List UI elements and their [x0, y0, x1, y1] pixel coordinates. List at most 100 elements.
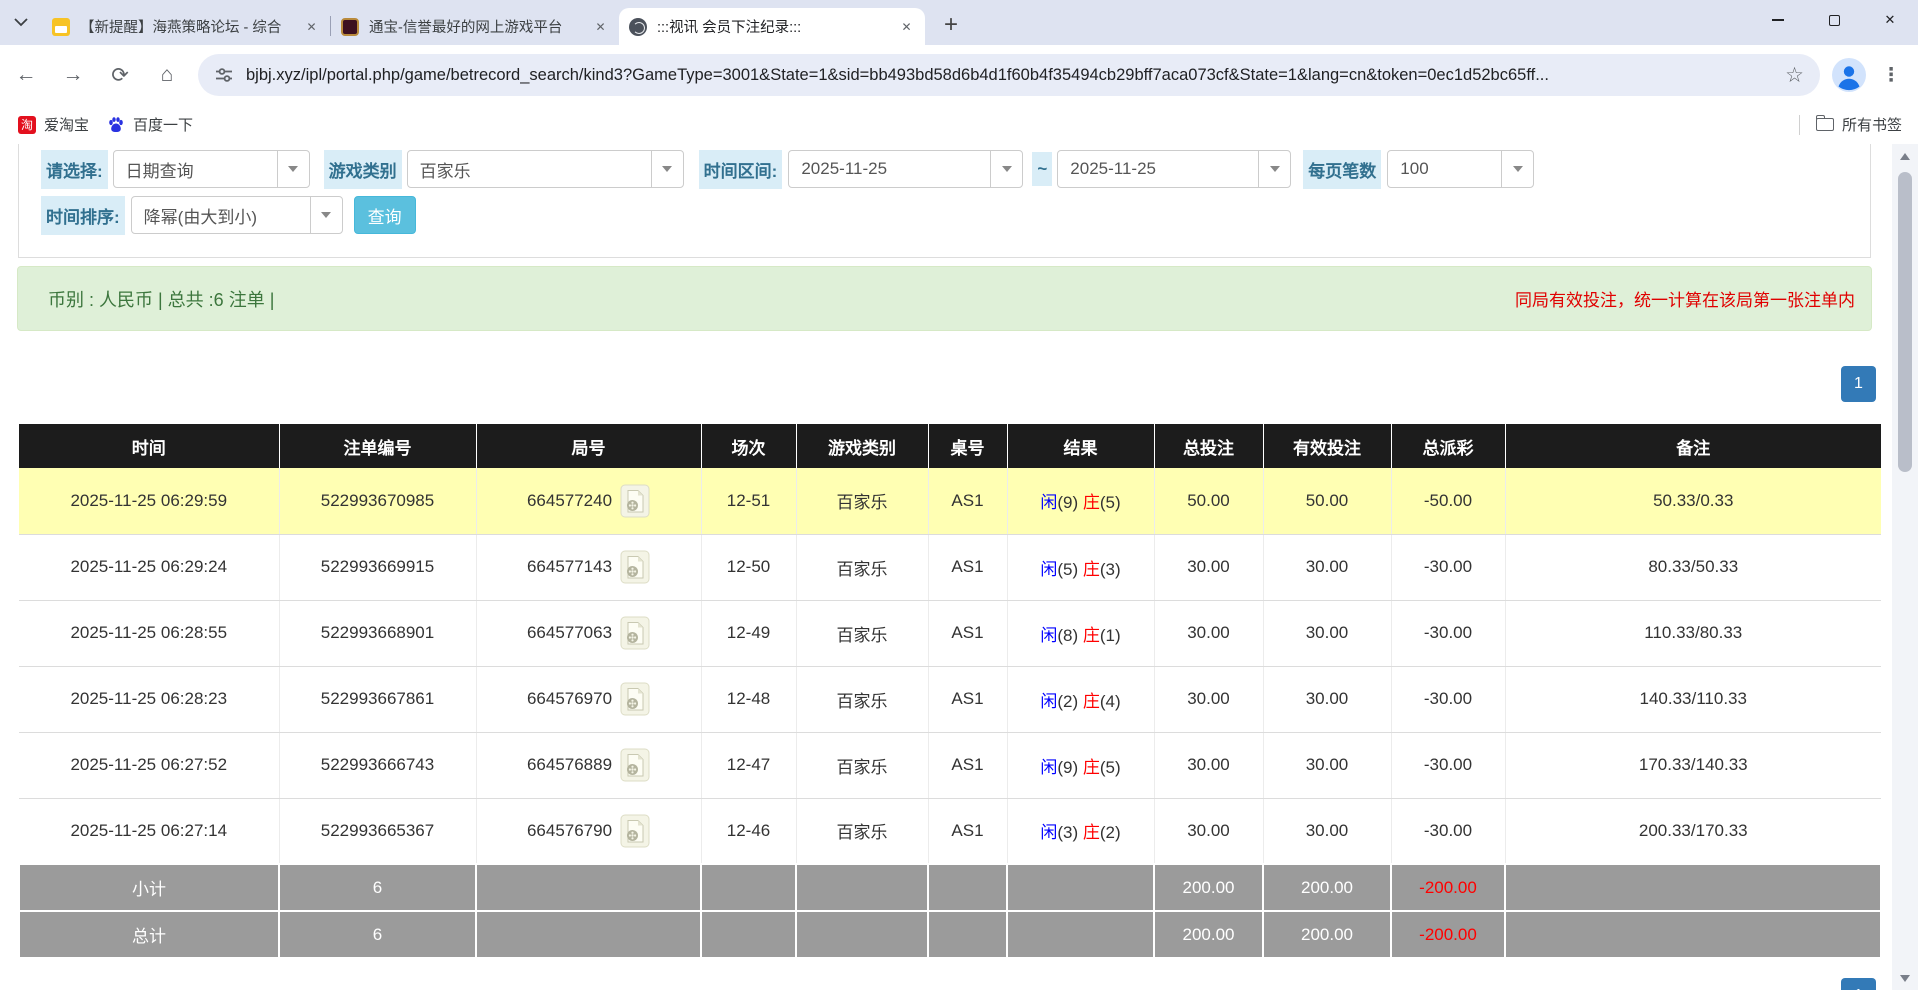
cell-result: 闲(9) 庄(5) — [1007, 732, 1154, 798]
scrollbar-thumb[interactable] — [1898, 172, 1912, 472]
col-result: 结果 — [1007, 424, 1154, 468]
profile-avatar[interactable] — [1832, 58, 1866, 92]
col-remark: 备注 — [1505, 424, 1881, 468]
video-replay-icon[interactable] — [620, 616, 650, 650]
close-icon[interactable]: ✕ — [898, 18, 915, 35]
forward-icon[interactable]: → — [52, 54, 94, 96]
cell-payout: -30.00 — [1391, 534, 1505, 600]
col-valid-bet: 有效投注 — [1263, 424, 1391, 468]
col-session: 场次 — [701, 424, 796, 468]
close-icon[interactable]: ✕ — [303, 18, 320, 35]
cell-remark: 200.33/170.33 — [1505, 798, 1881, 864]
cell-valid-bet: 30.00 — [1263, 534, 1391, 600]
col-time: 时间 — [19, 424, 279, 468]
date-range-tilde: ~ — [1032, 152, 1052, 186]
total-row: 总计6200.00200.00-200.00 — [19, 911, 1881, 958]
bet-row: 2025-11-25 06:28:23522993667861664576970… — [19, 666, 1881, 732]
cell-game-type: 百家乐 — [796, 600, 928, 666]
page-size-value: 100 — [1400, 159, 1428, 179]
browser-tab-strip: 【新提醒】海燕策略论坛 - 综合 ✕ 通宝-信誉最好的网上游戏平台 ✕ :::视… — [0, 0, 1918, 45]
cell-session: 12-50 — [701, 534, 796, 600]
window-controls: ✕ — [1750, 0, 1918, 40]
video-replay-icon[interactable] — [620, 484, 650, 518]
taobao-icon: 淘 — [18, 116, 36, 134]
cell-bet-no: 522993667861 — [279, 666, 476, 732]
url-text[interactable]: bjbj.xyz/ipl/portal.php/game/betrecord_s… — [246, 66, 1775, 85]
all-bookmarks-label: 所有书签 — [1842, 114, 1902, 135]
tab-tongbao[interactable]: 通宝-信誉最好的网上游戏平台 ✕ — [331, 8, 619, 45]
bookmark-label: 百度一下 — [133, 114, 193, 135]
sum-empty — [476, 911, 701, 958]
bookmark-baidu[interactable]: 百度一下 — [107, 114, 193, 135]
chevron-down-icon — [651, 151, 683, 187]
window-close-button[interactable]: ✕ — [1862, 0, 1918, 40]
tab-forum[interactable]: 【新提醒】海燕策略论坛 - 综合 ✕ — [42, 8, 330, 45]
cell-result: 闲(9) 庄(5) — [1007, 468, 1154, 534]
home-icon[interactable]: ⌂ — [146, 54, 188, 96]
bookmark-aitaobao[interactable]: 淘 爱淘宝 — [18, 114, 89, 135]
reload-icon[interactable]: ⟳ — [99, 54, 141, 96]
address-bar[interactable]: bjbj.xyz/ipl/portal.php/game/betrecord_s… — [198, 54, 1820, 96]
cell-valid-bet: 30.00 — [1263, 666, 1391, 732]
date-to-select[interactable]: 2025-11-25 — [1057, 150, 1291, 188]
date-from-select[interactable]: 2025-11-25 — [788, 150, 1023, 188]
cell-round-no: 664577240 — [476, 468, 701, 534]
cell-payout: -50.00 — [1391, 468, 1505, 534]
cell-table-no: AS1 — [928, 798, 1007, 864]
tab-title: :::视讯 会员下注纪录::: — [657, 16, 890, 37]
cell-round-no: 664577143 — [476, 534, 701, 600]
currency-total-text: 币别 : 人民币 | 总共 :6 注单 | — [18, 286, 274, 312]
new-tab-button[interactable]: + — [935, 9, 967, 41]
cell-result: 闲(5) 庄(3) — [1007, 534, 1154, 600]
sort-select[interactable]: 降幂(由大到小) — [131, 196, 343, 234]
search-button[interactable]: 查询 — [354, 196, 416, 234]
query-type-select[interactable]: 日期查询 — [113, 150, 310, 188]
bet-records-page: 请选择: 日期查询 游戏类别 百家乐 时间区间: 2025-11-25 ~ 20… — [0, 144, 1892, 990]
col-payout: 总派彩 — [1391, 424, 1505, 468]
chevron-down-icon — [990, 151, 1022, 187]
cell-time: 2025-11-25 06:27:14 — [19, 798, 279, 864]
scroll-up-icon[interactable] — [1892, 146, 1918, 166]
globe-favicon — [629, 18, 647, 36]
browser-toolbar: ← → ⟳ ⌂ bjbj.xyz/ipl/portal.php/game/bet… — [0, 45, 1918, 105]
cell-payout: -30.00 — [1391, 798, 1505, 864]
col-table-no: 桌号 — [928, 424, 1007, 468]
browser-menu-icon[interactable]: ⋮ — [1876, 64, 1906, 87]
cell-time: 2025-11-25 06:28:23 — [19, 666, 279, 732]
cell-game-type: 百家乐 — [796, 534, 928, 600]
scroll-down-icon[interactable] — [1892, 968, 1918, 988]
video-replay-icon[interactable] — [620, 550, 650, 584]
cell-result: 闲(8) 庄(1) — [1007, 600, 1154, 666]
cell-session: 12-51 — [701, 468, 796, 534]
video-replay-icon[interactable] — [620, 748, 650, 782]
cell-session: 12-49 — [701, 600, 796, 666]
cell-bet-no: 522993668901 — [279, 600, 476, 666]
cell-result: 闲(2) 庄(4) — [1007, 666, 1154, 732]
bookmark-star-icon[interactable]: ☆ — [1785, 63, 1804, 88]
cell-valid-bet: 30.00 — [1263, 600, 1391, 666]
page-size-select[interactable]: 100 — [1387, 150, 1534, 188]
bookmarks-bar: 淘 爱淘宝 百度一下 所有书签 — [0, 105, 1918, 144]
sum-empty — [928, 864, 1007, 911]
game-type-select[interactable]: 百家乐 — [407, 150, 684, 188]
pagination-page-1[interactable]: 1 — [1841, 366, 1876, 402]
bet-table-body: 2025-11-25 06:29:59522993670985664577240… — [19, 468, 1881, 958]
page-scrollbar[interactable] — [1892, 144, 1918, 990]
all-bookmarks[interactable]: 所有书签 — [1799, 114, 1918, 135]
video-replay-icon[interactable] — [620, 814, 650, 848]
back-icon[interactable]: ← — [5, 54, 47, 96]
tab-search-chevron-icon[interactable] — [0, 0, 42, 45]
window-maximize-button[interactable] — [1806, 0, 1862, 40]
close-icon[interactable]: ✕ — [592, 18, 609, 35]
bet-row: 2025-11-25 06:29:24522993669915664577143… — [19, 534, 1881, 600]
sum-valid-bet: 200.00 — [1263, 911, 1391, 958]
chevron-down-icon — [310, 197, 342, 233]
window-minimize-button[interactable] — [1750, 0, 1806, 40]
pagination-page-1-bottom[interactable]: 1 — [1841, 978, 1876, 990]
cell-total-bet: 50.00 — [1154, 468, 1263, 534]
date-range-label: 时间区间: — [699, 150, 783, 189]
site-settings-tune-icon[interactable] — [214, 65, 234, 85]
cell-session: 12-46 — [701, 798, 796, 864]
video-replay-icon[interactable] — [620, 682, 650, 716]
tab-bet-records[interactable]: :::视讯 会员下注纪录::: ✕ — [619, 8, 925, 45]
